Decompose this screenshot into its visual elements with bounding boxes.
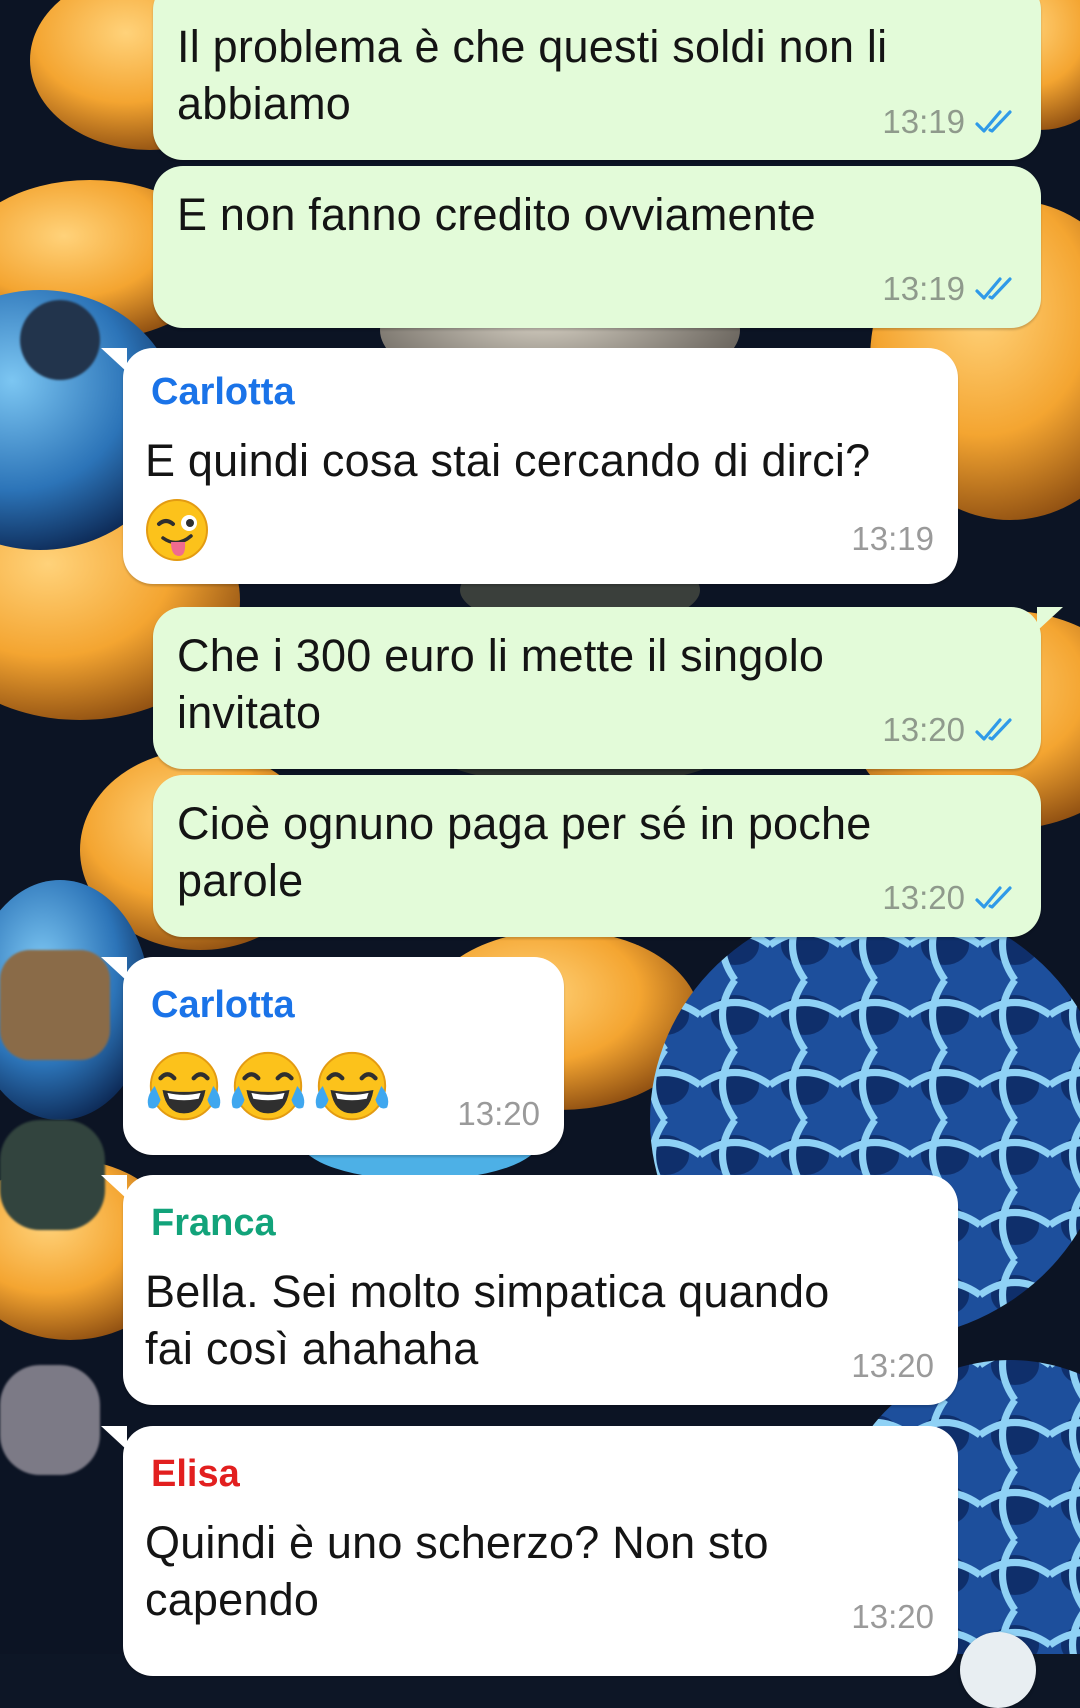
- message-bubble-outgoing[interactable]: Il problema è che questi soldi non li ab…: [153, 0, 1041, 160]
- avatar-carlotta[interactable]: [0, 950, 110, 1060]
- message-time: 13:20: [882, 879, 965, 916]
- message-meta: 13:19: [882, 270, 1017, 308]
- message-meta: 13:20: [851, 1598, 934, 1636]
- sender-name: Franca: [151, 1202, 276, 1244]
- message-text: E quindi cosa stai cercando di dirci?: [145, 435, 871, 486]
- message-meta: 13:19: [851, 520, 934, 558]
- message-text: abbiamo: [177, 78, 352, 129]
- emoji-row: [143, 1047, 393, 1129]
- message-bubble-incoming[interactable]: Carlotta E quindi cosa stai cercando di …: [101, 348, 958, 584]
- scroll-down-button[interactable]: [960, 1632, 1036, 1708]
- double-check-icon: [975, 110, 1012, 133]
- winking-face-with-tongue-icon: [146, 499, 208, 561]
- sender-name: Elisa: [151, 1453, 240, 1495]
- avatar-elisa[interactable]: [0, 1365, 100, 1475]
- message-time: 13:20: [457, 1095, 540, 1132]
- face-with-tears-of-joy-icon: [231, 1051, 305, 1121]
- double-check-icon: [975, 718, 1012, 741]
- face-with-tears-of-joy-icon: [315, 1051, 389, 1121]
- sender-name: Carlotta: [151, 984, 295, 1026]
- message-bubble-incoming[interactable]: Elisa Quindi è uno scherzo? Non sto cape…: [101, 1426, 958, 1676]
- message-text: Bella. Sei molto simpatica quando: [145, 1266, 830, 1317]
- message-text: Quindi è uno scherzo? Non sto: [145, 1517, 769, 1568]
- message-text: Il problema è che questi soldi non li: [177, 21, 888, 72]
- message-meta: 13:20: [882, 711, 1017, 749]
- message-text: invitato: [177, 687, 322, 738]
- message-time: 13:20: [882, 711, 965, 748]
- double-check-icon: [975, 886, 1012, 909]
- message-text: Cioè ognuno paga per sé in poche: [177, 798, 872, 849]
- message-bubble-incoming[interactable]: Franca Bella. Sei molto simpatica quando…: [101, 1175, 958, 1405]
- message-text: fai così ahahaha: [145, 1323, 479, 1374]
- message-time: 13:20: [851, 1347, 934, 1384]
- message-meta: 13:20: [882, 879, 1017, 917]
- message-bubble-outgoing[interactable]: E non fanno credito ovviamente 13:19: [153, 166, 1041, 328]
- message-time: 13:19: [882, 270, 965, 307]
- message-bubble-outgoing[interactable]: Che i 300 euro li mette il singolo invit…: [153, 607, 1063, 769]
- message-time: 13:20: [851, 1598, 934, 1635]
- message-bubble-incoming[interactable]: Carlotta 13:20: [101, 957, 564, 1155]
- message-meta: 13:20: [457, 1095, 540, 1133]
- message-meta: 13:19: [882, 103, 1017, 141]
- face-with-tears-of-joy-icon: [147, 1051, 221, 1121]
- message-text: capendo: [145, 1574, 320, 1625]
- message-text: Che i 300 euro li mette il singolo: [177, 630, 825, 681]
- message-text: parole: [177, 855, 304, 906]
- avatar-carlotta[interactable]: [20, 300, 100, 380]
- message-bubble-outgoing[interactable]: Cioè ognuno paga per sé in poche parole …: [153, 775, 1041, 937]
- sender-name: Carlotta: [151, 371, 295, 413]
- double-check-icon: [975, 277, 1012, 300]
- message-time: 13:19: [851, 520, 934, 557]
- avatar-franca[interactable]: [0, 1120, 105, 1230]
- message-meta: 13:20: [851, 1347, 934, 1385]
- message-time: 13:19: [882, 103, 965, 140]
- message-text: E non fanno credito ovviamente: [177, 189, 816, 240]
